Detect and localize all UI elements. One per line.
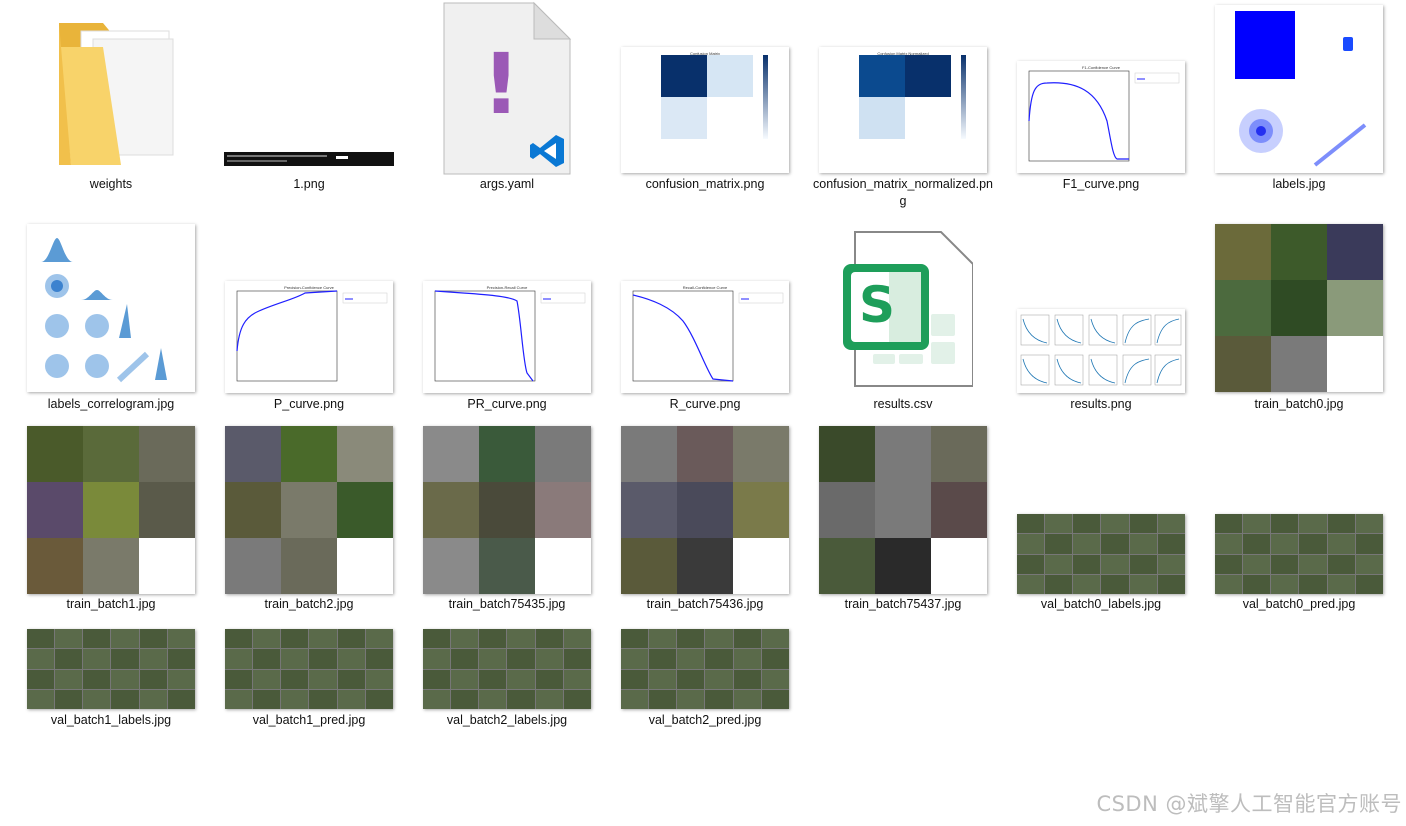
file-name: train_batch1.jpg <box>66 597 156 611</box>
terminal-thumbnail <box>216 0 402 176</box>
file-name: args.yaml <box>479 177 535 191</box>
file-f1-curve[interactable]: F1-Confidence Curve F1_curve.png <box>1008 0 1194 193</box>
image-thumbnail <box>1206 220 1392 396</box>
image-thumbnail <box>612 626 798 712</box>
f1-curve-thumbnail: F1-Confidence Curve <box>1008 0 1194 176</box>
r-curve-thumbnail: Recall-Confidence Curve <box>612 220 798 396</box>
image-thumbnail <box>216 626 402 712</box>
file-labels-correlogram[interactable]: labels_correlogram.jpg <box>18 220 204 413</box>
file-1-png[interactable]: 1.png <box>216 0 402 193</box>
confusion-matrix-thumbnail: Confusion Matrix Normalized <box>810 0 996 176</box>
file-name: val_batch2_labels.jpg <box>446 713 568 727</box>
file-args-yaml[interactable]: ! args.yaml <box>414 0 600 193</box>
file-name: train_batch75436.jpg <box>646 597 764 611</box>
file-val-batch0-labels[interactable]: val_batch0_labels.jpg <box>1008 424 1194 613</box>
file-train-batch75436[interactable]: train_batch75436.jpg <box>612 424 798 613</box>
image-thumbnail <box>18 626 204 712</box>
file-val-batch1-labels[interactable]: val_batch1_labels.jpg <box>18 626 204 729</box>
image-thumbnail <box>414 424 600 596</box>
image-thumbnail <box>1008 424 1194 596</box>
file-name: train_batch0.jpg <box>1254 397 1344 411</box>
file-train-batch1[interactable]: train_batch1.jpg <box>18 424 204 613</box>
file-name: val_batch1_labels.jpg <box>50 713 172 727</box>
file-p-curve[interactable]: Precision-Confidence Curve P_curve.png <box>216 220 402 413</box>
csv-s-glyph: S <box>859 276 896 334</box>
file-labels[interactable]: labels.jpg <box>1206 0 1392 193</box>
correlogram-thumbnail <box>18 220 204 396</box>
file-name: labels_correlogram.jpg <box>47 397 175 411</box>
p-curve-thumbnail: Precision-Confidence Curve <box>216 220 402 396</box>
file-name: confusion_matrix_normalized.png <box>813 177 993 208</box>
image-thumbnail <box>414 626 600 712</box>
file-name: val_batch0_pred.jpg <box>1242 597 1356 611</box>
yaml-file-icon: ! <box>414 0 600 176</box>
file-name: PR_curve.png <box>467 397 547 411</box>
file-train-batch75435[interactable]: train_batch75435.jpg <box>414 424 600 613</box>
results-plot-thumbnail <box>1008 220 1194 396</box>
file-val-batch2-pred[interactable]: val_batch2_pred.jpg <box>612 626 798 729</box>
file-confusion-matrix-normalized[interactable]: Confusion Matrix Normalized confusion_ma… <box>810 0 996 210</box>
file-name: P_curve.png <box>273 397 345 411</box>
vscode-icon <box>530 134 564 167</box>
file-name: 1.png <box>293 177 325 191</box>
file-train-batch75437[interactable]: train_batch75437.jpg <box>810 424 996 613</box>
file-name: train_batch75437.jpg <box>844 597 962 611</box>
file-name: confusion_matrix.png <box>645 177 765 191</box>
file-r-curve[interactable]: Recall-Confidence Curve R_curve.png <box>612 220 798 413</box>
file-name: val_batch2_pred.jpg <box>648 713 762 727</box>
file-name: train_batch75435.jpg <box>448 597 566 611</box>
image-thumbnail <box>1206 424 1392 596</box>
folder-icon <box>18 0 204 176</box>
file-name: weights <box>89 177 133 191</box>
file-name: labels.jpg <box>1272 177 1326 191</box>
file-name: F1_curve.png <box>1062 177 1140 191</box>
file-val-batch0-pred[interactable]: val_batch0_pred.jpg <box>1206 424 1392 613</box>
file-name: R_curve.png <box>669 397 741 411</box>
image-thumbnail <box>612 424 798 596</box>
file-val-batch2-labels[interactable]: val_batch2_labels.jpg <box>414 626 600 729</box>
file-name: val_batch1_pred.jpg <box>252 713 366 727</box>
file-name: train_batch2.jpg <box>264 597 354 611</box>
file-train-batch0[interactable]: train_batch0.jpg <box>1206 220 1392 413</box>
file-name: val_batch0_labels.jpg <box>1040 597 1162 611</box>
csv-file-icon: S <box>810 220 996 396</box>
pr-curve-thumbnail: Precision-Recall Curve <box>414 220 600 396</box>
file-confusion-matrix[interactable]: Confusion Matrix confusion_matrix.png <box>612 0 798 193</box>
file-results-png[interactable]: results.png <box>1008 220 1194 413</box>
file-name: results.png <box>1070 397 1132 411</box>
file-name: results.csv <box>873 397 933 411</box>
file-val-batch1-pred[interactable]: val_batch1_pred.jpg <box>216 626 402 729</box>
confusion-matrix-thumbnail: Confusion Matrix <box>612 0 798 176</box>
watermark: CSDN @斌擎人工智能官方账号 <box>1096 792 1402 816</box>
file-weights[interactable]: weights <box>18 0 204 193</box>
image-thumbnail <box>810 424 996 596</box>
labels-thumbnail <box>1206 0 1392 176</box>
image-thumbnail <box>18 424 204 596</box>
file-train-batch2[interactable]: train_batch2.jpg <box>216 424 402 613</box>
exclamation-icon: ! <box>482 34 521 133</box>
file-results-csv[interactable]: S results.csv <box>810 220 996 413</box>
file-pr-curve[interactable]: Precision-Recall Curve PR_curve.png <box>414 220 600 413</box>
image-thumbnail <box>216 424 402 596</box>
